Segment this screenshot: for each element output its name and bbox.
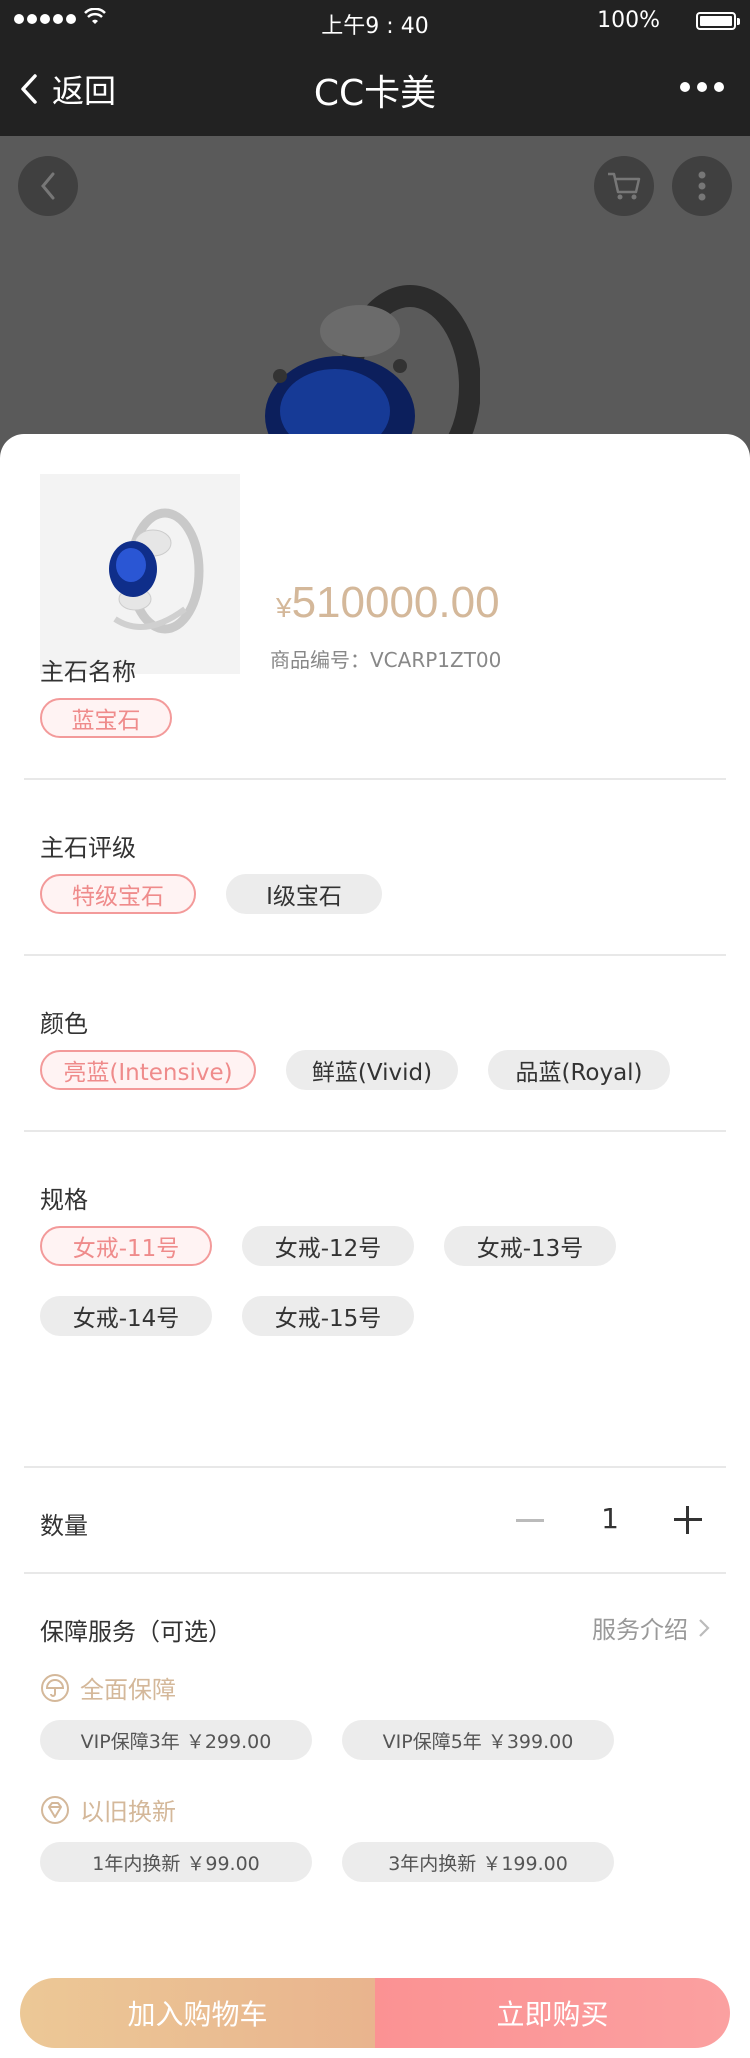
service-intro-link[interactable]: 服务介绍 bbox=[592, 1610, 710, 1645]
hero-back-button[interactable] bbox=[18, 156, 78, 216]
size-option[interactable]: 女戒-13号 bbox=[444, 1226, 616, 1266]
color-title: 颜色 bbox=[40, 1010, 88, 1038]
product-hero bbox=[0, 136, 750, 466]
product-sku: 商品编号：VCARP1ZT00 bbox=[270, 648, 502, 672]
stone-name-title: 主石名称 bbox=[40, 658, 136, 686]
quantity-increase-button[interactable] bbox=[674, 1506, 702, 1534]
more-icon[interactable] bbox=[680, 82, 724, 92]
battery-icon bbox=[696, 12, 740, 30]
divider bbox=[24, 1466, 726, 1468]
chevron-right-icon bbox=[699, 1618, 710, 1637]
stone-grade-title: 主石评级 bbox=[40, 834, 136, 862]
cart-icon bbox=[608, 172, 641, 200]
stone-name-option[interactable]: 蓝宝石 bbox=[40, 698, 172, 738]
diamond-icon bbox=[41, 1795, 69, 1824]
service-intro-label: 服务介绍 bbox=[592, 1616, 688, 1644]
service-option[interactable]: VIP保障5年 ￥399.00 bbox=[342, 1720, 614, 1760]
service-option[interactable]: 3年内换新 ￥199.00 bbox=[342, 1842, 614, 1882]
color-option[interactable]: 品蓝(Royal) bbox=[488, 1050, 670, 1090]
size-title: 规格 bbox=[40, 1186, 88, 1214]
action-bar: 加入购物车 立即购买 bbox=[20, 1978, 730, 2048]
service-group-label: 全面保障 bbox=[40, 1670, 176, 1705]
quantity-value: 1 bbox=[601, 1502, 619, 1535]
umbrella-icon bbox=[41, 1673, 69, 1702]
chevron-left-icon bbox=[41, 172, 55, 200]
nav-bar: 返回 CC卡美 bbox=[0, 40, 750, 136]
quantity-title: 数量 bbox=[40, 1512, 88, 1540]
page-title: CC卡美 bbox=[313, 73, 437, 114]
color-option[interactable]: 亮蓝(Intensive) bbox=[40, 1050, 256, 1090]
hero-more-button[interactable] bbox=[672, 156, 732, 216]
size-option[interactable]: 女戒-15号 bbox=[242, 1296, 414, 1336]
divider bbox=[24, 1130, 726, 1132]
more-vertical-icon bbox=[698, 171, 706, 201]
sku-selection-sheet: ¥510000.00 商品编号：VCARP1ZT00 主石名称 蓝宝石 主石评级… bbox=[0, 434, 750, 2058]
size-option[interactable]: 女戒-12号 bbox=[242, 1226, 414, 1266]
stone-grade-option[interactable]: 特级宝石 bbox=[40, 874, 196, 914]
add-to-cart-button[interactable]: 加入购物车 bbox=[20, 1978, 375, 2048]
service-option[interactable]: 1年内换新 ￥99.00 bbox=[40, 1842, 312, 1882]
size-option[interactable]: 女戒-14号 bbox=[40, 1296, 212, 1336]
product-thumbnail bbox=[40, 474, 240, 674]
status-bar: 上午9 : 40 100% bbox=[0, 0, 750, 40]
divider bbox=[24, 778, 726, 780]
product-price: ¥510000.00 bbox=[276, 578, 500, 627]
color-option[interactable]: 鲜蓝(Vivid) bbox=[286, 1050, 458, 1090]
service-title: 保障服务（可选） bbox=[40, 1618, 232, 1646]
buy-now-button[interactable]: 立即购买 bbox=[375, 1978, 730, 2048]
stone-grade-option[interactable]: Ⅰ级宝石 bbox=[226, 874, 382, 914]
divider bbox=[24, 954, 726, 956]
service-option[interactable]: VIP保障3年 ￥299.00 bbox=[40, 1720, 312, 1760]
quantity-decrease-button[interactable] bbox=[516, 1519, 544, 1522]
battery-percent: 100% bbox=[597, 8, 660, 33]
ring-image bbox=[109, 508, 204, 634]
service-group-label: 以旧换新 bbox=[40, 1792, 176, 1827]
size-option[interactable]: 女戒-11号 bbox=[40, 1226, 212, 1266]
hero-cart-button[interactable] bbox=[594, 156, 654, 216]
divider bbox=[24, 1572, 726, 1574]
